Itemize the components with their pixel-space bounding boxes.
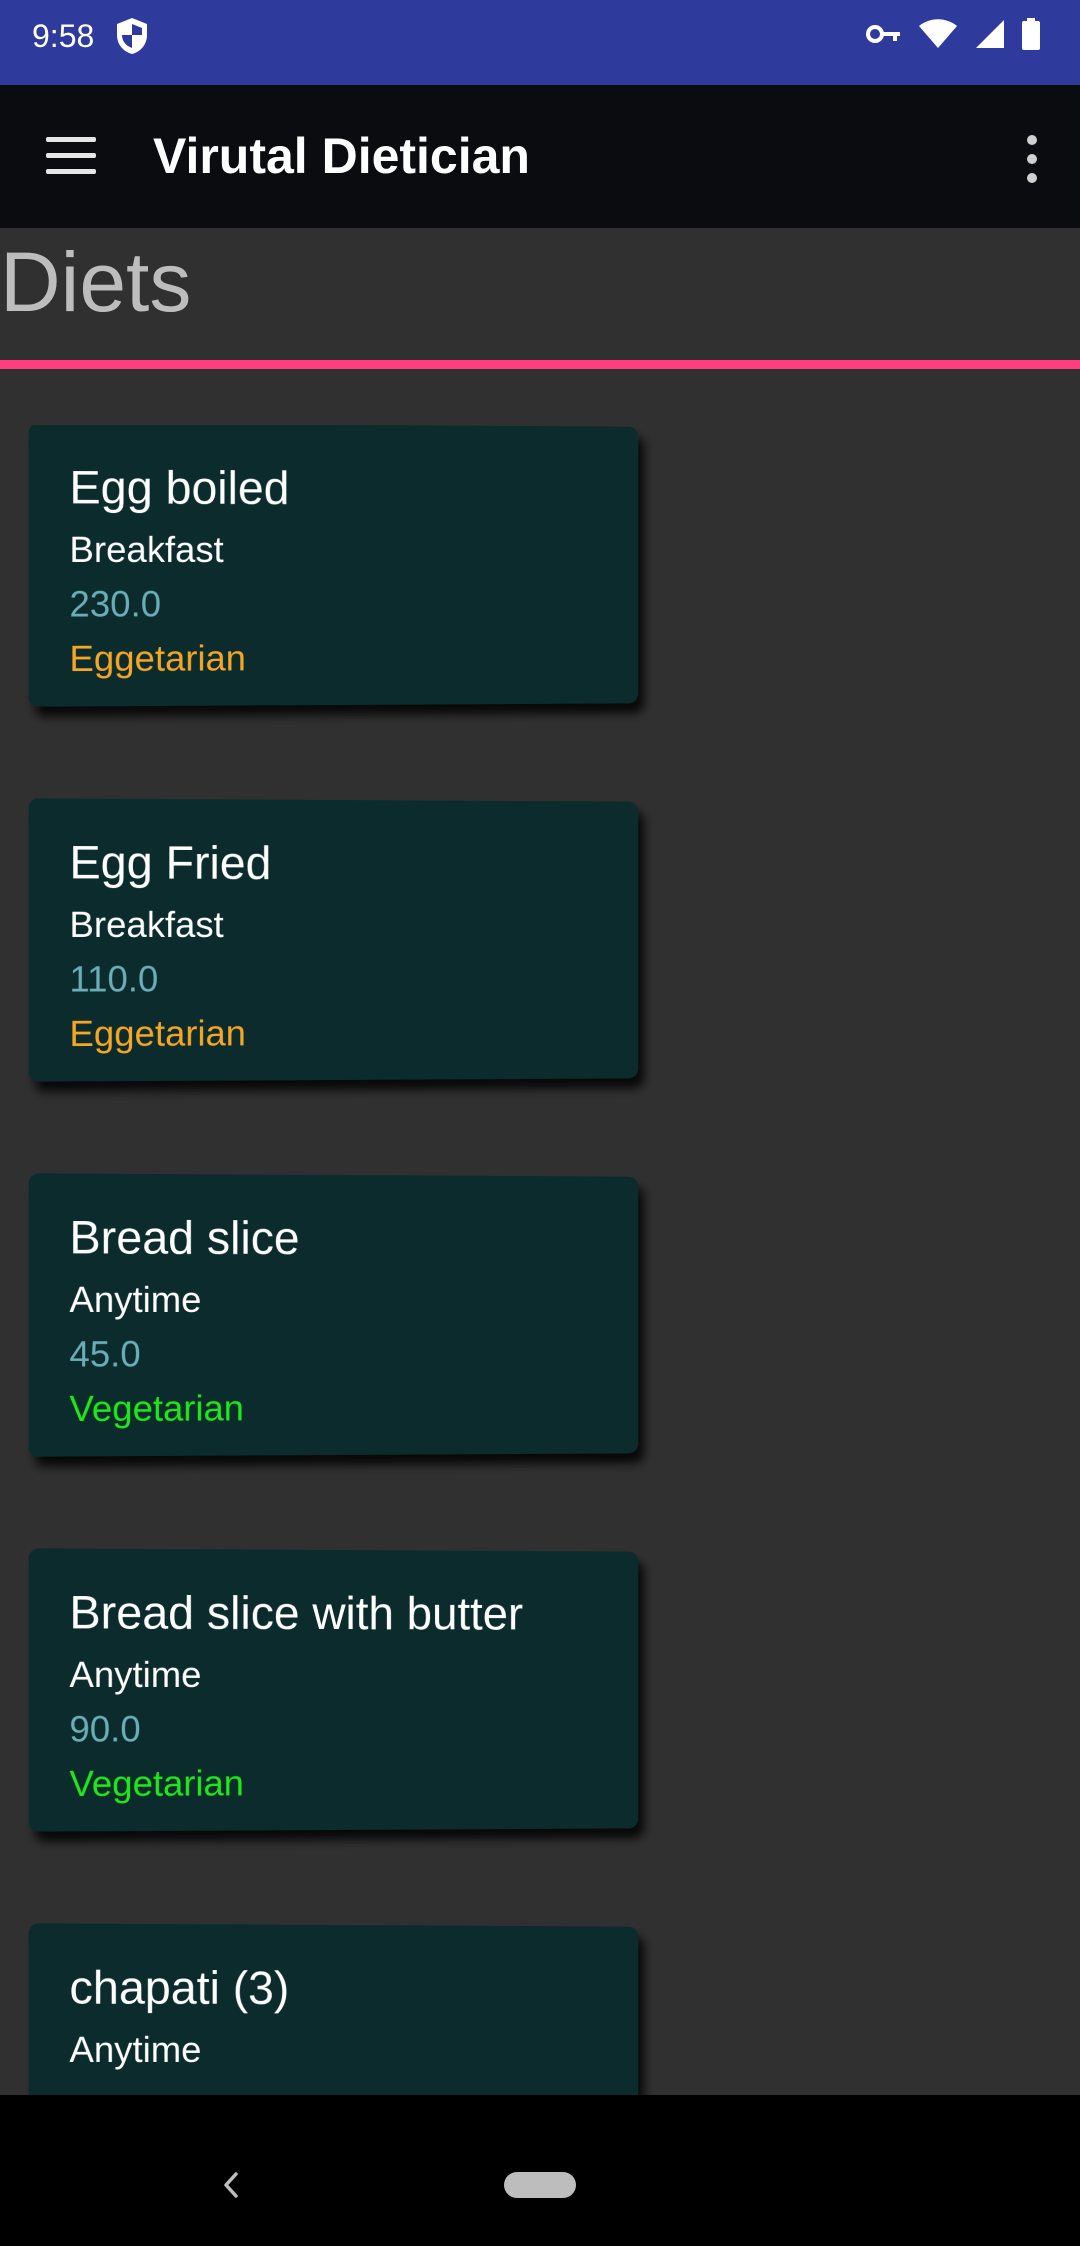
- diet-card[interactable]: Bread slice Anytime 45.0 Vegetarian: [28, 1173, 639, 1457]
- vpn-key-icon: [866, 25, 900, 43]
- cell-signal-icon: [976, 20, 1004, 48]
- app-title: Virutal Dietician: [153, 128, 530, 184]
- diet-name: chapati (3): [69, 1960, 290, 2014]
- diet-name: Bread slice: [69, 1210, 300, 1264]
- diet-type: Eggetarian: [69, 637, 246, 680]
- diet-calories: 230.0: [69, 583, 162, 625]
- diet-meal: Breakfast: [69, 903, 224, 946]
- diet-list[interactable]: Egg boiled Breakfast 230.0 Eggetarian Eg…: [0, 425, 1080, 2095]
- diet-meal: Anytime: [69, 1653, 202, 1696]
- diet-name: Egg Fried: [69, 835, 272, 889]
- status-time: 9:58: [32, 18, 95, 54]
- diet-meal: Breakfast: [69, 528, 224, 571]
- back-icon[interactable]: [216, 2170, 246, 2200]
- diet-meal: Anytime: [69, 1278, 202, 1321]
- wifi-icon: [919, 19, 957, 48]
- app-bar: Virutal Dietician: [0, 85, 1080, 228]
- diet-type: Vegetarian: [69, 1762, 244, 1805]
- page-title: Diets: [0, 235, 192, 329]
- diet-type: Eggetarian: [69, 1012, 246, 1055]
- diet-name: Egg boiled: [69, 460, 290, 514]
- diet-name: Bread slice with butter: [69, 1585, 524, 1640]
- battery-icon: [1022, 18, 1040, 50]
- diet-card[interactable]: Egg Fried Breakfast 110.0 Eggetarian: [28, 798, 639, 1082]
- status-bar: 9:58: [0, 0, 1080, 85]
- navigation-bar: [0, 2095, 1080, 2246]
- diet-card[interactable]: Bread slice with butter Anytime 90.0 Veg…: [28, 1548, 639, 1832]
- home-button[interactable]: [504, 2172, 576, 2198]
- diet-calories: 90.0: [69, 1708, 141, 1750]
- shield-icon: [117, 18, 147, 54]
- diet-meal: Anytime: [69, 2028, 202, 2071]
- diet-calories: 110.0: [69, 958, 159, 1000]
- diet-card[interactable]: Egg boiled Breakfast 230.0 Eggetarian: [28, 425, 639, 707]
- diet-type: Vegetarian: [69, 1387, 244, 1430]
- tab-indicator: [0, 360, 1080, 369]
- hamburger-menu-icon[interactable]: [46, 137, 96, 175]
- diet-calories: 45.0: [69, 1333, 141, 1375]
- more-vert-icon[interactable]: [1022, 135, 1042, 183]
- diet-card[interactable]: chapati (3) Anytime: [28, 1923, 639, 2095]
